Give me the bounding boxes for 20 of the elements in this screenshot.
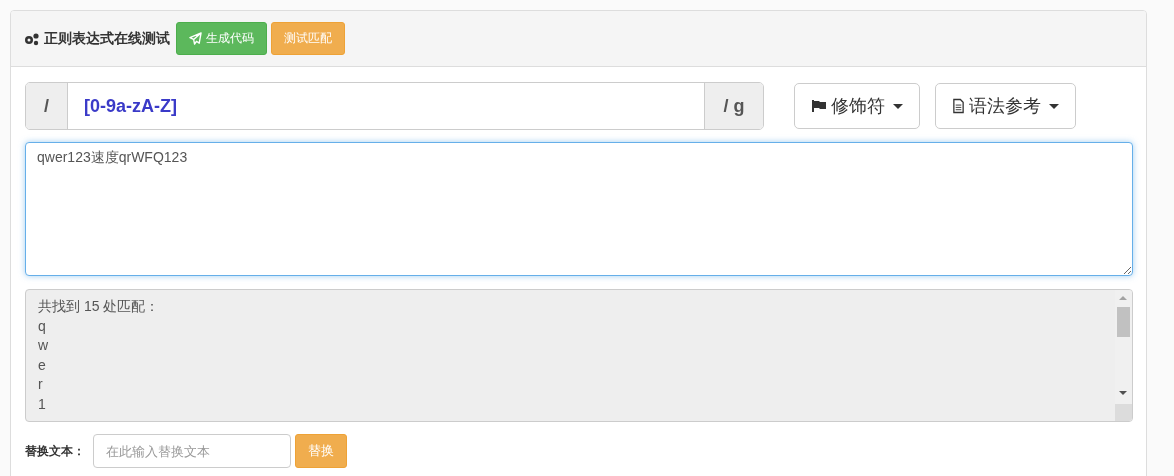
replace-label: 替换文本： [25, 442, 85, 460]
flag-icon [811, 99, 827, 113]
panel-title: 正则表达式在线测试 [44, 29, 170, 48]
paper-plane-icon [189, 32, 202, 45]
scrollbar[interactable] [1115, 290, 1132, 421]
match-line: q [38, 316, 47, 336]
match-line: e [38, 355, 47, 375]
match-line: r [38, 375, 44, 394]
modifiers-dropdown[interactable]: 修饰符 [794, 83, 920, 129]
document-icon [952, 98, 965, 114]
regex-prefix: / [26, 83, 68, 129]
match-line: 1 [38, 394, 47, 414]
replace-field[interactable]: 在此输入替换文本 [93, 434, 291, 468]
regex-input-group[interactable]: / [0-9a-zA-Z] / g [25, 82, 764, 130]
regex-flags: / g [704, 83, 763, 129]
syntax-reference-dropdown[interactable]: 语法参考 [935, 83, 1076, 129]
gears-icon [24, 31, 40, 46]
match-line: w [38, 336, 50, 355]
source-text-field[interactable]: qwer123速度qrWFQ123 [25, 142, 1133, 276]
match-summary: 共找到 15 处匹配： [38, 297, 161, 316]
